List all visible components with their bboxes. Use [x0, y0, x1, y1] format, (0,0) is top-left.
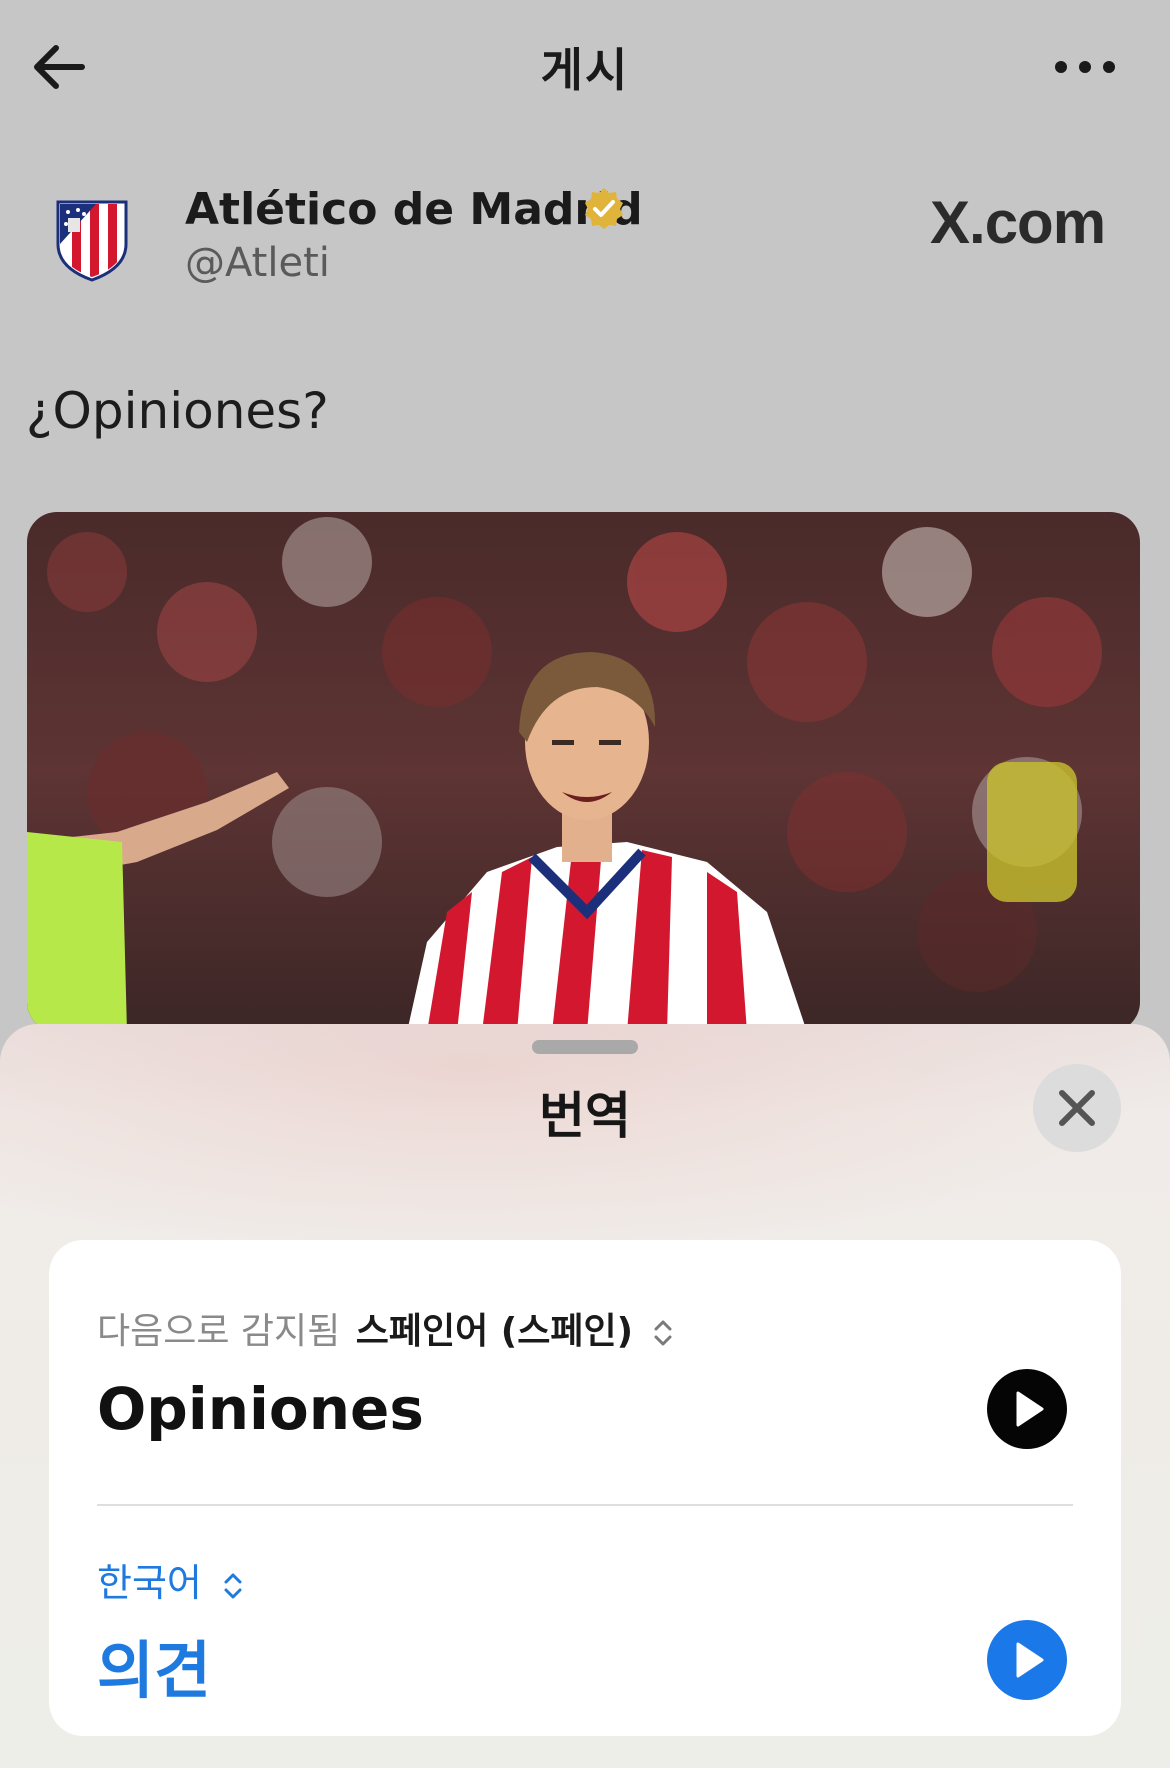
- chevron-up-down-icon: [654, 1320, 672, 1346]
- detected-prefix-label: 다음으로 감지됨: [97, 1311, 341, 1352]
- account-avatar[interactable]: [52, 192, 132, 282]
- top-navigation-bar: 게시: [0, 0, 1170, 135]
- target-language-selector[interactable]: 한국어: [97, 1552, 244, 1607]
- post-image[interactable]: [27, 512, 1140, 1032]
- sheet-title: 번역: [539, 1087, 631, 1145]
- ellipsis-icon: [1055, 61, 1115, 73]
- photo-illustration: [27, 512, 1140, 1032]
- page-title: 게시: [540, 43, 630, 97]
- divider: [97, 1504, 1073, 1506]
- play-translation-button[interactable]: [987, 1620, 1067, 1700]
- more-options-button[interactable]: [1050, 52, 1120, 82]
- verified-badge-icon: [582, 186, 626, 230]
- club-crest-logo: [56, 200, 128, 282]
- post-text: ¿Opiniones?: [26, 382, 329, 440]
- target-language-label: 한국어: [97, 1561, 202, 1605]
- close-button[interactable]: [1033, 1064, 1121, 1152]
- account-handle[interactable]: @Atleti: [185, 240, 330, 286]
- translated-text: 의견: [97, 1634, 212, 1707]
- watermark: X.com: [930, 189, 1106, 256]
- sheet-grabber[interactable]: [532, 1040, 638, 1054]
- source-language-selector[interactable]: 다음으로 감지됨 스페인어 (스페인): [97, 1302, 674, 1354]
- play-icon: [1016, 1642, 1044, 1678]
- translate-sheet: 번역 다음으로 감지됨 스페인어 (스페인) Opiniones 한국어 의견: [0, 1024, 1170, 1768]
- translation-card: 다음으로 감지됨 스페인어 (스페인) Opiniones 한국어 의견: [49, 1240, 1121, 1736]
- play-source-button[interactable]: [987, 1369, 1067, 1449]
- close-icon: [1059, 1090, 1095, 1126]
- chevron-up-down-icon: [224, 1573, 242, 1598]
- play-icon: [1016, 1391, 1044, 1427]
- source-language-label: 스페인어 (스페인): [355, 1311, 634, 1352]
- account-name[interactable]: Atlético de Madrid: [185, 184, 643, 235]
- source-text: Opiniones: [97, 1375, 424, 1443]
